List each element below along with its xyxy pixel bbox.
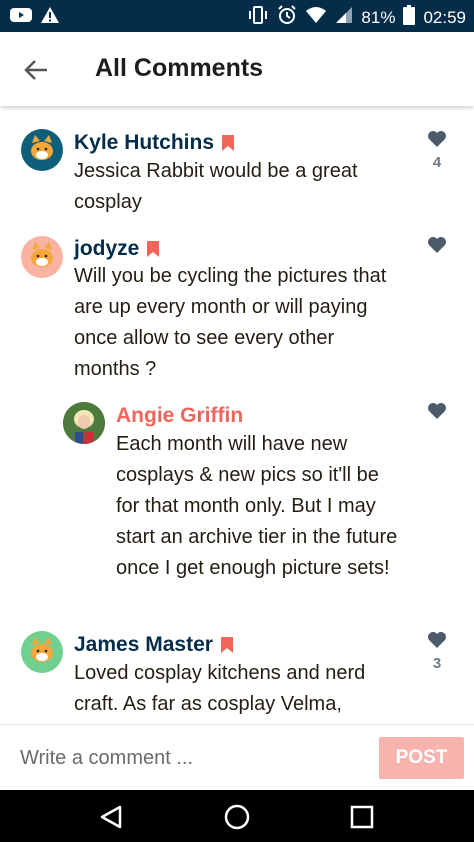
comment-text: Each month will have new cosplays & new … [116,433,398,579]
post-button[interactable]: POST [379,737,464,779]
comment-text: Loved cosplay kitchens and nerd craft. A… [74,662,366,715]
comment-input[interactable] [20,741,360,775]
like-button[interactable]: 3 [422,631,452,672]
profile-photo-icon [63,402,105,444]
status-bar: 81% 02:59 [0,0,474,32]
heart-icon [428,403,446,419]
patron-badge-icon [222,135,235,151]
triangle-back-icon [100,805,122,829]
cat-avatar-icon [31,637,53,662]
author-name[interactable]: Angie Griffin [116,404,243,428]
author-name[interactable]: jodyze [74,237,139,261]
youtube-icon [10,7,32,28]
comment-item: jodyze Will you be cycling the pictures … [0,226,474,396]
page-title: All Comments [95,54,264,82]
avatar[interactable] [63,402,105,444]
comment-text: Will you be cycling the pictures that ar… [74,265,387,380]
clock: 02:59 [423,7,466,27]
nav-home-button[interactable] [220,800,254,834]
wifi-icon [305,6,327,29]
patron-badge-icon [220,637,233,653]
nav-recents-button[interactable] [345,800,379,834]
comment-item: Kyle Hutchins Jessica Rabbit would be a … [0,106,474,226]
cat-avatar-icon [31,242,53,267]
alarm-icon [277,5,297,30]
patron-badge-icon [147,241,160,257]
navigation-bar [0,790,474,842]
arrow-left-icon [24,60,47,80]
vibrate-icon [247,5,269,30]
signal-icon [335,6,353,29]
battery-percent: 81% [361,7,396,27]
comment-composer: POST [0,724,474,790]
like-count: 4 [432,154,442,171]
like-button[interactable]: 4 [422,130,452,171]
like-button[interactable] [422,236,452,260]
heart-icon [428,237,446,253]
like-count: 3 [432,655,442,672]
nav-back-button[interactable] [94,800,128,834]
app-bar: All Comments [0,32,474,106]
like-button[interactable] [422,402,452,426]
comment-text: Jessica Rabbit would be a great cosplay [74,160,358,213]
circle-home-icon [224,804,250,830]
heart-icon [428,131,446,147]
cat-avatar-icon [31,135,53,160]
warning-icon [40,6,60,29]
author-name[interactable]: James Master [74,633,213,657]
avatar[interactable] [21,631,63,673]
comment-item: James Master Loved cosplay kitchens and … [0,621,474,726]
back-button[interactable] [18,52,54,88]
author-name[interactable]: Kyle Hutchins [74,131,214,155]
comments-list[interactable]: Kyle Hutchins Jessica Rabbit would be a … [0,106,474,726]
heart-icon [428,632,446,648]
reply-item: Angie Griffin Each month will have new c… [0,396,474,626]
avatar[interactable] [21,129,63,171]
square-recents-icon [350,805,374,829]
battery-icon [403,5,416,30]
avatar[interactable] [21,236,63,278]
